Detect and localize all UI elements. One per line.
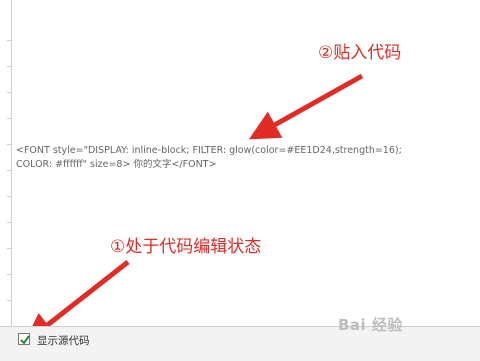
watermark-logo: Bai 经验 — [338, 316, 403, 334]
show-source-checkbox[interactable] — [18, 333, 30, 345]
show-source-label: 显示源代码 — [37, 335, 90, 347]
arrow-icon — [24, 73, 364, 344]
check-icon — [20, 335, 30, 345]
